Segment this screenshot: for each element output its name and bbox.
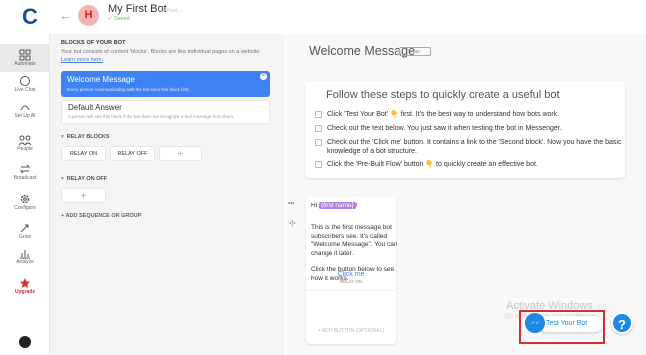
- greeting-text: Hi: [311, 202, 318, 209]
- help-button[interactable]: ?: [611, 312, 633, 334]
- step-text: Click 'Test Your Bot' 👇 first. It's the …: [327, 111, 560, 118]
- link-badge[interactable]: LINK: [399, 47, 431, 56]
- step-checkbox[interactable]: [315, 125, 322, 132]
- saved-status: ✓ Saved: [108, 16, 130, 22]
- step-checkbox[interactable]: [315, 161, 322, 168]
- add-block-button[interactable]: +: [61, 188, 106, 203]
- add-sequence-button[interactable]: + ADD SEQUENCE OR GROUP: [61, 213, 141, 219]
- app-root: C ← H My First Bot ✓ Saved chatfuel... A…: [0, 0, 646, 355]
- block-subtitle: Every person communicating with the bot …: [67, 87, 190, 92]
- block-title: Welcome Message: [67, 75, 135, 84]
- step-text: Click the 'Pre-Built Flow' button 👇 to q…: [327, 161, 538, 168]
- add-button-option[interactable]: + ADD BUTTON (OPTIONAL): [306, 328, 396, 334]
- step-text: Check out the 'Click me' button. It cont…: [327, 139, 622, 155]
- group-label: RELAY ON OFF: [66, 176, 108, 182]
- steps-title: Follow these steps to quickly create a u…: [326, 89, 560, 101]
- sidebar-item-live-chat[interactable]: Live Chat: [0, 74, 50, 93]
- welcome-message-block[interactable]: Welcome Message Every person communicati…: [61, 71, 270, 97]
- automate-icon: [0, 48, 50, 61]
- user-avatar[interactable]: [19, 336, 31, 348]
- sidebar-item-label: Configure: [14, 205, 36, 211]
- bot-avatar[interactable]: H: [78, 5, 99, 26]
- group-relay-on-off[interactable]: ▾ RELAY ON OFF: [61, 176, 107, 182]
- block-subtitle: A person will see this block if the bot …: [68, 114, 235, 119]
- relay-on-block[interactable]: RELAY ON: [61, 146, 106, 161]
- sidebar-item-people[interactable]: People: [0, 133, 50, 152]
- step-checkbox[interactable]: [315, 111, 322, 118]
- message-paragraph: This is the first message bot subscriber…: [311, 224, 398, 257]
- left-sidebar: Automate Live Chat Set Up AI People Broa…: [0, 34, 50, 355]
- chevron-down-icon: ▾: [61, 134, 64, 140]
- blocks-title: BLOCKS OF YOUR BOT: [61, 40, 126, 46]
- sidebar-item-label: Automate: [14, 61, 36, 67]
- sidebar-item-upgrade[interactable]: Upgrade: [0, 276, 50, 295]
- step-checkbox[interactable]: [315, 139, 322, 146]
- sidebar-item-grow[interactable]: Grow: [0, 221, 50, 240]
- messenger-icon[interactable]: [525, 313, 545, 333]
- add-block-button[interactable]: +: [159, 146, 202, 161]
- sidebar-item-label: Set Up AI: [14, 113, 36, 119]
- live-chat-icon: [0, 74, 50, 86]
- test-bot-label[interactable]: Test Your Bot: [546, 320, 587, 327]
- step-text: Check out the text below. You just saw i…: [327, 125, 562, 132]
- sidebar-item-analyze[interactable]: Analyze: [0, 246, 50, 265]
- group-relay-blocks[interactable]: ▾ RELAY BLOCKS: [61, 134, 110, 140]
- breadcrumb: chatfuel...: [158, 8, 182, 14]
- sidebar-item-configure[interactable]: Configure: [0, 192, 50, 211]
- blocks-desc-text: Your bot consists of content 'blocks'. B…: [61, 49, 262, 55]
- click-me-button[interactable]: Click me RELAY ON: [306, 271, 396, 284]
- drag-handle-icon[interactable]: ✣: [289, 219, 296, 228]
- block-title: Default Answer: [68, 103, 122, 112]
- gear-icon: [0, 192, 50, 204]
- first-name-variable: {first name}: [318, 202, 356, 209]
- sidebar-item-label: Broadcast: [13, 175, 37, 181]
- sidebar-item-broadcast[interactable]: Broadcast: [0, 162, 50, 181]
- sidebar-item-label: Grow: [19, 234, 31, 240]
- divider: [306, 290, 396, 291]
- sidebar-item-automate[interactable]: Automate: [0, 44, 50, 72]
- relay-off-block[interactable]: RELAY OFF: [110, 146, 155, 161]
- back-arrow-icon[interactable]: ←: [59, 8, 72, 24]
- sidebar-item-set-up-ai[interactable]: Set Up AI: [0, 100, 50, 119]
- greeting-bang: !: [355, 202, 358, 209]
- message-greeting[interactable]: Hi {first name}!: [311, 202, 395, 211]
- ai-icon: [0, 100, 50, 112]
- sidebar-item-label: Analyze: [16, 259, 34, 265]
- star-icon: [0, 276, 50, 288]
- learn-more-link[interactable]: Learn more here.: [61, 57, 103, 63]
- sidebar-item-label: Live Chat: [14, 87, 36, 93]
- sidebar-item-label: Upgrade: [14, 289, 36, 295]
- button-title: Click me: [337, 271, 365, 278]
- analyze-icon: [0, 246, 50, 259]
- broadcast-icon: [0, 162, 50, 174]
- grow-icon: [0, 221, 50, 233]
- button-target: RELAY ON: [339, 279, 363, 284]
- close-icon[interactable]: ×: [260, 73, 267, 80]
- group-label: RELAY BLOCKS: [66, 134, 110, 140]
- sidebar-item-label: People: [17, 146, 33, 152]
- blocks-description: Your bot consists of content 'blocks'. B…: [61, 49, 273, 64]
- chevron-down-icon: ▾: [61, 176, 64, 182]
- default-answer-block[interactable]: Default Answer A person will see this bl…: [61, 100, 270, 124]
- people-icon: [0, 133, 50, 146]
- app-logo[interactable]: C: [18, 5, 42, 29]
- more-options-icon[interactable]: •••: [288, 201, 294, 207]
